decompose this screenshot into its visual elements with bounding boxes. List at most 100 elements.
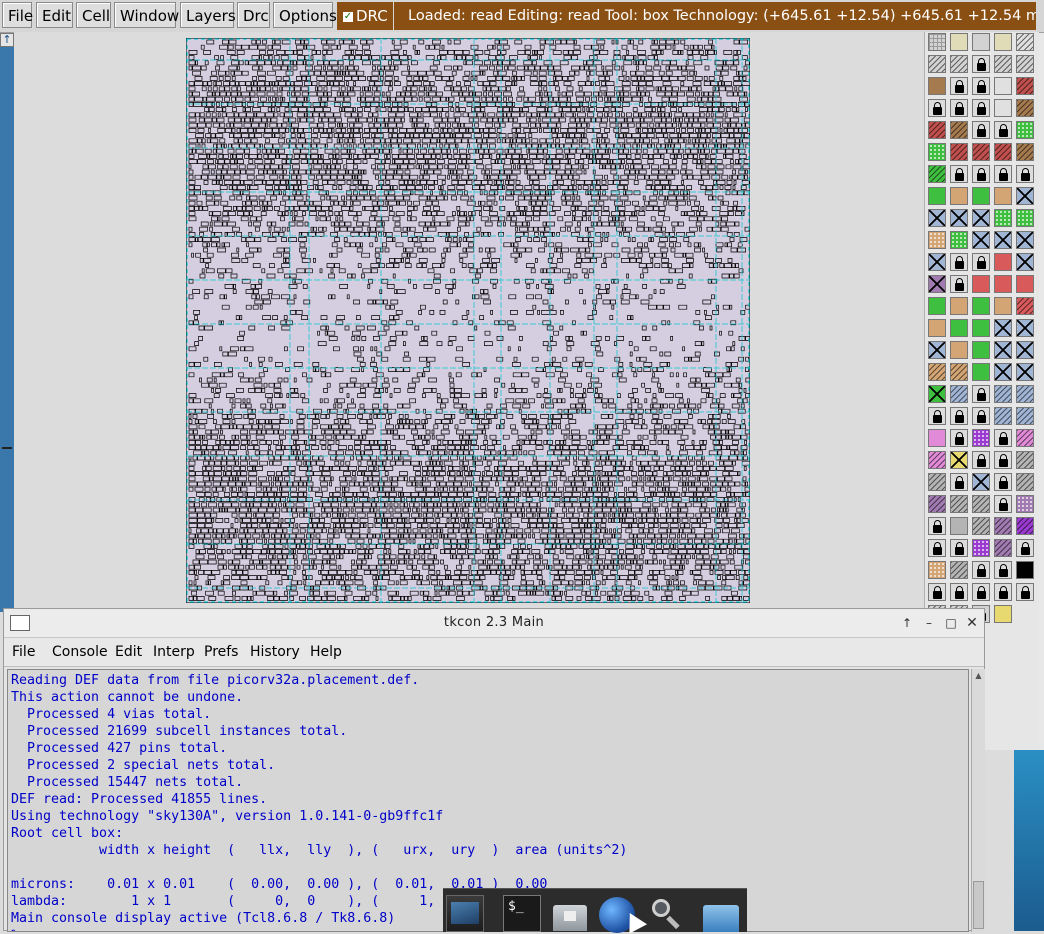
- lock-icon[interactable]: [994, 583, 1012, 601]
- search-icon[interactable]: [648, 895, 686, 932]
- layer-swatch[interactable]: [928, 363, 946, 381]
- x-mark-icon[interactable]: [972, 209, 990, 227]
- tk-menu-console[interactable]: Console: [52, 644, 108, 660]
- layer-swatch[interactable]: [928, 55, 946, 73]
- x-mark-icon[interactable]: [1016, 187, 1034, 205]
- layer-swatch[interactable]: [928, 451, 946, 469]
- layer-swatch[interactable]: [1016, 495, 1034, 513]
- x-mark-icon[interactable]: [994, 319, 1012, 337]
- layer-swatch[interactable]: [928, 297, 946, 315]
- layer-swatch[interactable]: [1016, 429, 1034, 447]
- lock-icon[interactable]: [994, 561, 1012, 579]
- lock-icon[interactable]: [994, 451, 1012, 469]
- x-mark-icon[interactable]: [950, 209, 968, 227]
- tk-menu-help[interactable]: Help: [310, 644, 342, 660]
- lock-icon[interactable]: [972, 407, 990, 425]
- layer-swatch[interactable]: [972, 33, 990, 51]
- layer-swatch[interactable]: [1016, 517, 1034, 535]
- folder-icon[interactable]: [701, 895, 739, 932]
- menu-window[interactable]: Window: [114, 2, 179, 28]
- lock-icon[interactable]: [1016, 165, 1034, 183]
- layer-swatch[interactable]: [994, 605, 1012, 623]
- layer-swatch[interactable]: [972, 143, 990, 161]
- lock-icon[interactable]: [972, 77, 990, 95]
- layer-swatch[interactable]: [950, 517, 968, 535]
- tk-menu-edit[interactable]: Edit: [115, 644, 142, 660]
- layer-swatch[interactable]: [928, 77, 946, 95]
- layer-swatch[interactable]: [972, 539, 990, 557]
- layer-swatch[interactable]: [994, 275, 1012, 293]
- tk-menu-file[interactable]: File: [12, 644, 35, 660]
- layer-swatch[interactable]: [1016, 121, 1034, 139]
- layer-swatch[interactable]: [972, 297, 990, 315]
- lock-icon[interactable]: [994, 495, 1012, 513]
- layer-swatch[interactable]: [950, 363, 968, 381]
- lock-icon[interactable]: [950, 253, 968, 271]
- layer-swatch[interactable]: [950, 231, 968, 249]
- layer-swatch[interactable]: [928, 165, 946, 183]
- layer-swatch[interactable]: [1016, 451, 1034, 469]
- layer-swatch[interactable]: [1016, 143, 1034, 161]
- lock-icon[interactable]: [972, 99, 990, 117]
- lock-icon[interactable]: [950, 165, 968, 183]
- lock-icon[interactable]: [972, 253, 990, 271]
- terminal-icon[interactable]: $_: [503, 895, 541, 932]
- layer-swatch[interactable]: [994, 55, 1012, 73]
- layer-swatch[interactable]: [972, 495, 990, 513]
- x-mark-icon[interactable]: [928, 341, 946, 359]
- tk-menu-prefs[interactable]: Prefs: [204, 644, 238, 660]
- layer-swatch[interactable]: [994, 99, 1012, 117]
- layer-swatch[interactable]: [994, 143, 1012, 161]
- layer-swatch[interactable]: [1016, 99, 1034, 117]
- lock-icon[interactable]: [972, 561, 990, 579]
- lock-icon[interactable]: [928, 539, 946, 557]
- menu-cell[interactable]: Cell: [76, 2, 111, 28]
- close-icon[interactable]: ✕: [965, 616, 979, 630]
- layer-swatch[interactable]: [928, 121, 946, 139]
- layer-swatch[interactable]: [1016, 209, 1034, 227]
- scroll-up-arrow-icon[interactable]: ↑: [0, 33, 14, 47]
- lock-icon[interactable]: [928, 99, 946, 117]
- layer-swatch[interactable]: [928, 473, 946, 491]
- tkcon-title-bar[interactable]: tkcon 2.3 Main ↑ – □ ✕: [4, 609, 984, 638]
- layer-swatch[interactable]: [928, 187, 946, 205]
- layer-swatch[interactable]: [950, 319, 968, 337]
- lock-icon[interactable]: [950, 539, 968, 557]
- layer-swatch[interactable]: [950, 341, 968, 359]
- chip-layout-view[interactable]: [186, 38, 750, 603]
- layer-swatch[interactable]: [1016, 407, 1034, 425]
- layer-swatch[interactable]: [928, 319, 946, 337]
- layer-swatch[interactable]: [1016, 33, 1034, 51]
- x-mark-icon[interactable]: [994, 231, 1012, 249]
- lock-icon[interactable]: [950, 583, 968, 601]
- lock-icon[interactable]: [972, 451, 990, 469]
- x-mark-icon[interactable]: [1016, 319, 1034, 337]
- scrollbar-thumb[interactable]: [973, 881, 984, 929]
- layer-swatch[interactable]: [994, 407, 1012, 425]
- layer-swatch[interactable]: [950, 121, 968, 139]
- layout-canvas[interactable]: [14, 32, 924, 612]
- x-mark-icon[interactable]: [928, 209, 946, 227]
- x-mark-icon[interactable]: [994, 341, 1012, 359]
- x-mark-icon[interactable]: [928, 253, 946, 271]
- lock-icon[interactable]: [928, 583, 946, 601]
- lock-icon[interactable]: [994, 165, 1012, 183]
- console-scrollbar[interactable]: ▲: [971, 669, 985, 932]
- x-mark-icon[interactable]: [1016, 341, 1034, 359]
- lock-icon[interactable]: [972, 583, 990, 601]
- lock-icon[interactable]: [994, 429, 1012, 447]
- layer-swatch[interactable]: [950, 33, 968, 51]
- lock-icon[interactable]: [994, 473, 1012, 491]
- lock-icon[interactable]: [994, 121, 1012, 139]
- layer-swatch[interactable]: [1016, 297, 1034, 315]
- lock-icon[interactable]: [950, 473, 968, 491]
- lock-icon[interactable]: [950, 77, 968, 95]
- layer-swatch[interactable]: [972, 363, 990, 381]
- layer-swatch[interactable]: [1016, 77, 1034, 95]
- x-mark-icon[interactable]: [1016, 231, 1034, 249]
- x-mark-icon[interactable]: [1016, 253, 1034, 271]
- layer-swatch[interactable]: [972, 319, 990, 337]
- menu-edit[interactable]: Edit: [36, 2, 73, 28]
- layer-swatch[interactable]: [1016, 561, 1034, 579]
- lock-icon[interactable]: [972, 121, 990, 139]
